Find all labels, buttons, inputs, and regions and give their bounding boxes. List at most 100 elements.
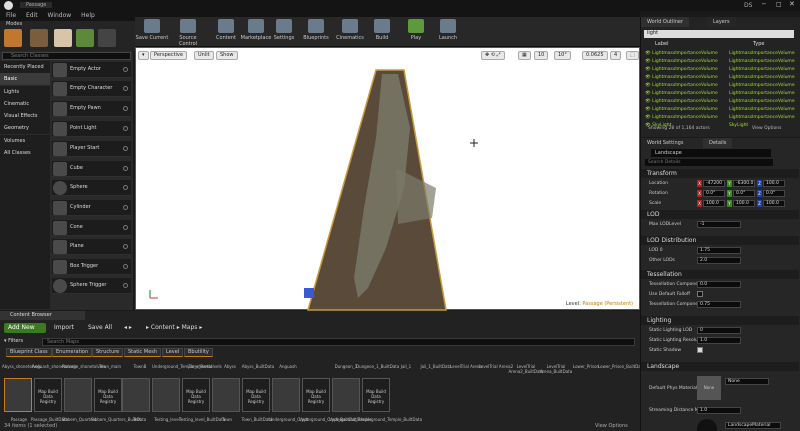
asset-label[interactable]: Dungeon_1_BuiltData: [356, 364, 399, 369]
actor-name-field[interactable]: Landscape: [651, 149, 771, 157]
asset-tile[interactable]: Map Build Data Registry Underground_Crypt…: [299, 378, 359, 422]
filter-chip[interactable]: Blueprint Class: [6, 348, 52, 357]
category-all-classes[interactable]: All Classes: [0, 147, 50, 159]
asset-tile[interactable]: Map Build Data Registry Town_BuiltData: [242, 378, 272, 422]
level-tab[interactable]: Passage: [20, 2, 53, 8]
asset-tile[interactable]: Testing_level: [152, 378, 180, 422]
info-icon[interactable]: [123, 244, 128, 249]
static-lighting-lod-field[interactable]: 0: [697, 327, 741, 334]
content-view-options[interactable]: View Options: [595, 423, 628, 429]
rotation-z-field[interactable]: 0.0°: [763, 190, 785, 197]
asset-label[interactable]: Lower_Prison_BuiltData: [598, 364, 645, 369]
asset-tile[interactable]: Map Build Data Registry Passage_BuiltData: [31, 378, 68, 422]
place-item[interactable]: Box Trigger: [52, 259, 131, 275]
place-item[interactable]: Cube: [52, 161, 131, 177]
asset-tile[interactable]: Underground_Crypt: [269, 378, 308, 422]
paint-mode-icon[interactable]: [30, 29, 48, 47]
max-lod-field[interactable]: -1: [697, 221, 741, 228]
place-item[interactable]: Plane: [52, 239, 131, 255]
source-control-button[interactable]: Source Control: [171, 19, 205, 47]
category-lights[interactable]: Lights: [0, 86, 50, 98]
outliner-row[interactable]: 👁 LightmassImportanceVolume LightmassImpo…: [645, 58, 795, 65]
outliner-row[interactable]: 👁 LightmassImportanceVolume LightmassImpo…: [645, 90, 795, 97]
info-icon[interactable]: [123, 106, 128, 111]
outliner-row[interactable]: 👁 LightmassImportanceVolume LightmassImpo…: [645, 106, 795, 113]
info-icon[interactable]: [123, 225, 128, 230]
section-lod-distribution[interactable]: LOD Distribution: [641, 236, 799, 245]
location-y-field[interactable]: -6300.0: [733, 180, 755, 187]
place-item[interactable]: Empty Actor: [52, 62, 131, 78]
place-item[interactable]: Point Light: [52, 121, 131, 137]
tess-component-2-field[interactable]: 0.75: [697, 301, 741, 308]
info-icon[interactable]: [123, 146, 128, 151]
location-label[interactable]: Location: [649, 181, 668, 186]
tab-world-settings[interactable]: World Settings: [641, 138, 690, 148]
menu-edit[interactable]: Edit: [26, 12, 38, 19]
phys-material-dropdown[interactable]: None: [725, 378, 769, 385]
place-item[interactable]: Empty Pawn: [52, 101, 131, 117]
scale-x-field[interactable]: 100.0: [703, 200, 725, 207]
outliner-row[interactable]: 👁 LightmassImportanceVolume LightmassImpo…: [645, 82, 795, 89]
back-forward-icons[interactable]: ◂ ▸: [124, 323, 132, 333]
asset-tile[interactable]: Sibbem_Quarters: [62, 378, 96, 422]
filter-chip[interactable]: Static Mesh: [124, 348, 162, 357]
save-current-button[interactable]: Save Current: [135, 19, 169, 47]
content-button[interactable]: Content: [209, 19, 243, 47]
search-classes-input[interactable]: Search Classes: [2, 52, 131, 60]
add-new-button[interactable]: Add New: [4, 323, 46, 333]
close-button[interactable]: ✕: [789, 0, 795, 8]
level-viewport[interactable]: ▾ Perspective Unlit Show ✥ ⟲ ⤢ ▦ 10 10° …: [135, 47, 640, 311]
launch-button[interactable]: Launch: [431, 19, 465, 47]
other-lods-field[interactable]: 2.0: [697, 257, 741, 264]
outliner-row[interactable]: 👁 LightmassImportanceVolume LightmassImpo…: [645, 50, 795, 57]
menu-help[interactable]: Help: [81, 12, 95, 19]
tab-layers[interactable]: Layers: [707, 17, 736, 27]
tab-world-outliner[interactable]: World Outliner: [641, 17, 690, 27]
maximize-button[interactable]: □: [776, 1, 782, 8]
place-item[interactable]: Sphere Trigger: [52, 278, 131, 294]
category-basic[interactable]: Basic: [0, 73, 50, 85]
asset-tile-selected[interactable]: Passage: [4, 378, 32, 422]
col-type-header[interactable]: Type: [753, 41, 764, 47]
section-tessellation[interactable]: Tessellation: [641, 270, 799, 279]
search-details-input[interactable]: Search Details: [645, 159, 773, 166]
filter-chip[interactable]: Level: [162, 348, 184, 357]
place-mode-icon[interactable]: [4, 29, 22, 47]
import-button[interactable]: Import: [54, 323, 74, 333]
filter-chip[interactable]: Structure: [92, 348, 124, 357]
section-lod[interactable]: LOD: [641, 210, 799, 219]
content-breadcrumb[interactable]: ▸ Content ▸ Maps ▸: [146, 323, 202, 333]
menu-file[interactable]: File: [6, 12, 16, 19]
rotation-x-field[interactable]: 0.0°: [703, 190, 725, 197]
place-item[interactable]: Cylinder: [52, 200, 131, 216]
blueprints-button[interactable]: Blueprints: [299, 19, 333, 47]
filters-button[interactable]: ▾ Filters: [4, 338, 23, 344]
section-landscape[interactable]: Landscape: [641, 362, 799, 371]
info-icon[interactable]: [123, 67, 128, 72]
foliage-mode-icon[interactable]: [76, 29, 94, 47]
phys-material-thumbnail[interactable]: None: [697, 376, 721, 400]
save-all-button[interactable]: Save All: [88, 323, 112, 333]
landscape-material-dropdown[interactable]: LandscapeMaterial: [725, 422, 781, 429]
modes-tab[interactable]: Modes: [6, 21, 22, 27]
section-lighting[interactable]: Lighting: [641, 316, 799, 325]
scale-label[interactable]: Scale: [649, 201, 661, 206]
category-visual-effects[interactable]: Visual Effects: [0, 110, 50, 122]
category-recently-placed[interactable]: Recently Placed: [0, 61, 50, 73]
search-maps-input[interactable]: Search Maps: [42, 338, 635, 346]
scale-y-field[interactable]: 100.0: [733, 200, 755, 207]
place-item[interactable]: Cone: [52, 220, 131, 236]
tab-details[interactable]: Details: [703, 138, 733, 148]
asset-tile[interactable]: Map Build Data Registry Testing_level_Bui…: [179, 378, 225, 422]
filter-chip[interactable]: Enumeration: [52, 348, 93, 357]
scale-z-field[interactable]: 100.0: [763, 200, 785, 207]
place-item[interactable]: Sphere: [52, 180, 131, 196]
asset-tile[interactable]: Test: [122, 378, 150, 422]
lod0-field[interactable]: 1.75: [697, 247, 741, 254]
geometry-mode-icon[interactable]: [98, 29, 116, 47]
default-falloff-checkbox[interactable]: [697, 291, 703, 297]
asset-tile[interactable]: Town: [212, 378, 240, 422]
place-item[interactable]: Empty Character: [52, 81, 131, 97]
outliner-row[interactable]: 👁 LightmassImportanceVolume LightmassImpo…: [645, 66, 795, 73]
rotation-label[interactable]: Rotation: [649, 191, 668, 196]
